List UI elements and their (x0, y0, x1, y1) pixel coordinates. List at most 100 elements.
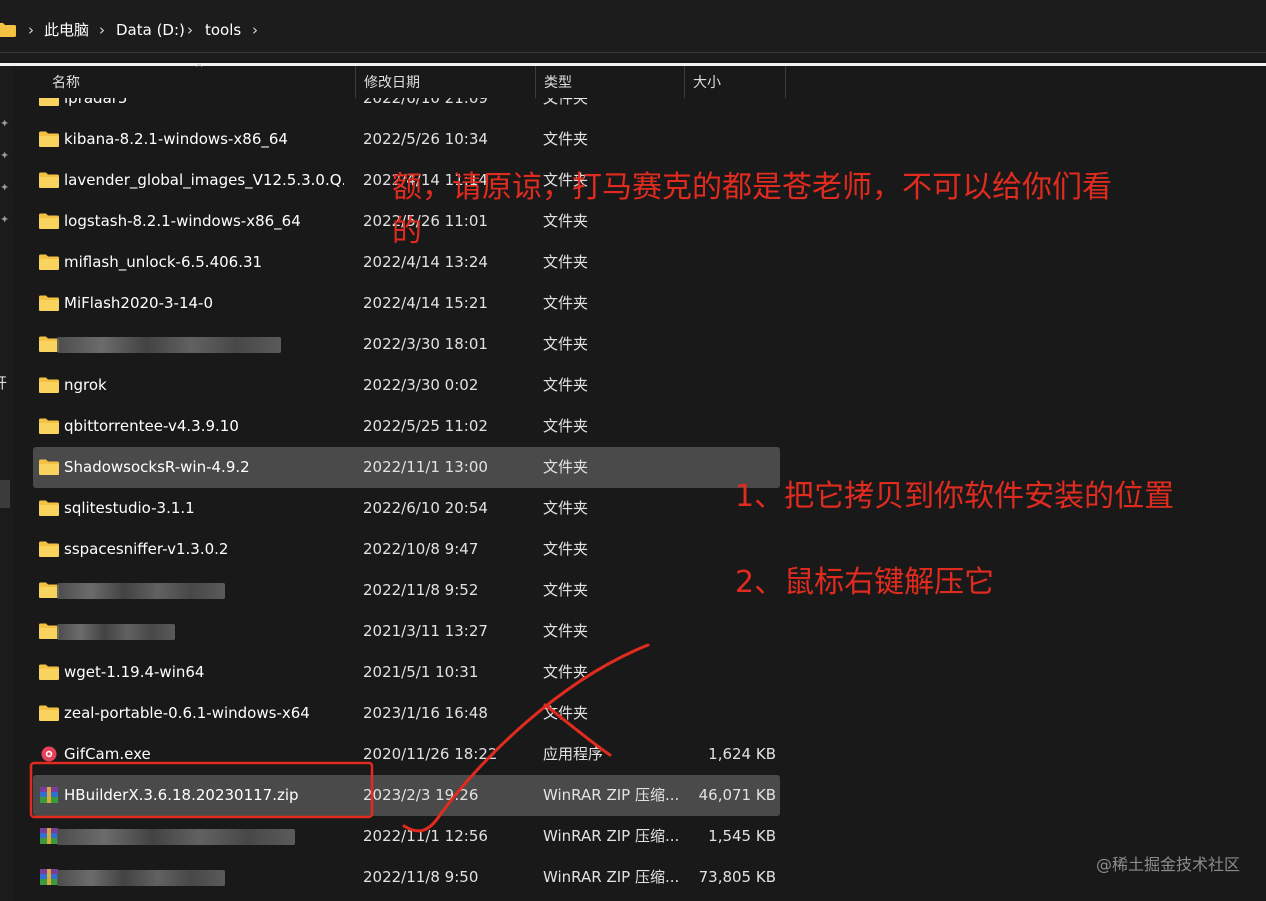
file-type: 文件夹 (543, 376, 589, 394)
file-type: 文件夹 (543, 663, 589, 681)
file-date: 2022/6/10 20:54 (363, 499, 488, 517)
file-date: 2020/11/26 18:22 (363, 745, 498, 763)
file-type: 文件夹 (543, 253, 589, 271)
file-row[interactable]: 2022/3/30 18:01 文件夹 (33, 324, 780, 365)
folder-icon (39, 582, 59, 598)
file-row[interactable]: sqlitestudio-3.1.1 2022/6/10 20:54 文件夹 (33, 488, 780, 529)
file-name: MiFlash2020-3-14-0 (64, 294, 214, 312)
file-row[interactable]: sspacesniffer-v1.3.0.2 2022/10/8 9:47 文件夹 (33, 529, 780, 570)
folder-icon (39, 459, 59, 475)
pin-icon: ✦ (0, 181, 10, 194)
censored-name (57, 337, 281, 353)
file-date: 2022/11/8 9:50 (363, 868, 479, 886)
file-name: qbittorrentee-v4.3.9.10 (64, 417, 239, 435)
file-date: 2022/4/14 13:24 (363, 253, 488, 271)
file-date: 2022/4/14 15:21 (363, 294, 488, 312)
nav-selected-item[interactable] (0, 480, 10, 508)
folder-icon (39, 705, 59, 721)
file-row[interactable]: ShadowsocksR-win-4.9.2 2022/11/1 13:00 文件夹 (33, 447, 780, 488)
file-date: 2022/11/1 13:00 (363, 458, 488, 476)
file-date: 2022/5/26 11:01 (363, 212, 488, 230)
file-type: 文件夹 (543, 704, 589, 722)
folder-icon (39, 172, 59, 188)
file-row[interactable]: 2022/11/1 12:56 WinRAR ZIP 压缩... 1,545 KB (33, 816, 780, 857)
file-row[interactable]: qbittorrentee-v4.3.9.10 2022/5/25 11:02 文件… (33, 406, 780, 447)
folder-icon (39, 295, 59, 311)
folder-icon (39, 541, 59, 557)
file-type: 文件夹 (543, 540, 589, 558)
column-type[interactable]: 类型 (536, 66, 684, 98)
file-type: 文件夹 (543, 581, 589, 599)
file-row[interactable]: kibana-8.2.1-windows-x86_64 2022/5/26 10:… (33, 119, 780, 160)
gifcam-app-icon (39, 746, 59, 762)
file-row[interactable]: MiFlash2020-3-14-0 2022/4/14 15:21 文件夹 (33, 283, 780, 324)
folder-icon (39, 131, 59, 147)
file-date: 2021/5/1 10:31 (363, 663, 479, 681)
file-name: lavender_global_images_V12.5.3.0.Q... (64, 171, 344, 189)
folder-icon (39, 664, 59, 680)
file-row[interactable]: 2022/11/8 9:50 WinRAR ZIP 压缩... 73,805 KB (33, 857, 780, 898)
file-date: 2023/1/16 16:48 (363, 704, 488, 722)
folder-icon (39, 213, 59, 229)
breadcrumb-separator[interactable]: › (187, 20, 193, 40)
file-name: sspacesniffer-v1.3.0.2 (64, 540, 229, 558)
folder-icon (39, 336, 59, 352)
file-type: WinRAR ZIP 压缩... (543, 786, 680, 804)
file-type: 文件夹 (543, 622, 589, 640)
folder-icon (39, 377, 59, 393)
file-row[interactable]: wget-1.19.4-win64 2021/5/1 10:31 文件夹 (33, 652, 780, 693)
file-size: 46,071 KB (698, 786, 776, 804)
file-date: 2022/5/25 11:02 (363, 417, 488, 435)
pin-icon: ✦ (0, 117, 10, 130)
file-size: 1,624 KB (708, 745, 776, 763)
folder-icon (39, 418, 59, 434)
sort-ascending-icon: ^ (195, 63, 204, 74)
breadcrumb-data-drive[interactable]: Data (D:) (116, 20, 185, 40)
file-row[interactable]: 2021/3/11 13:27 文件夹 (33, 611, 780, 652)
folder-icon (0, 23, 16, 37)
file-name: sqlitestudio-3.1.1 (64, 499, 195, 517)
nav-item-label[interactable]: 开 (0, 372, 7, 393)
file-date: 2022/11/1 12:56 (363, 827, 488, 845)
file-name: logstash-8.2.1-windows-x86_64 (64, 212, 301, 230)
column-divider[interactable] (785, 66, 786, 98)
pin-icon: ✦ (0, 213, 10, 226)
file-type: WinRAR ZIP 压缩... (543, 827, 680, 845)
folder-icon (39, 254, 59, 270)
file-type: 文件夹 (543, 212, 589, 230)
annotation-step-1: 1、把它拷贝到你软件安装的位置 (735, 479, 1175, 514)
file-date: 2022/5/26 10:34 (363, 130, 488, 148)
file-type: 文件夹 (543, 458, 589, 476)
winrar-archive-icon (39, 787, 59, 803)
censored-name (57, 583, 225, 599)
breadcrumb-this-pc[interactable]: 此电脑 (44, 20, 89, 40)
divider (0, 52, 1266, 53)
file-type: 文件夹 (543, 294, 589, 312)
file-name: HBuilderX.3.6.18.20230117.zip (64, 786, 299, 804)
file-date: 2023/2/3 19:26 (363, 786, 479, 804)
annotation-text: 额，请原谅，打马赛克的都是苍老师，不可以给你们看 (392, 170, 1112, 205)
file-name: GifCam.exe (64, 745, 151, 763)
file-row[interactable]: ngrok 2022/3/30 0:02 文件夹 (33, 365, 780, 406)
file-name: ShadowsocksR-win-4.9.2 (64, 458, 250, 476)
file-row[interactable]: GifCam.exe 2020/11/26 18:22 应用程序 1,624 KB (33, 734, 780, 775)
file-date: 2022/3/30 18:01 (363, 335, 488, 353)
navigation-pane[interactable]: ✦ ✦ ✦ ✦ 开 (0, 66, 14, 901)
folder-icon (39, 500, 59, 516)
annotation-step-2: 2、鼠标右键解压它 (735, 565, 995, 600)
winrar-archive-icon (39, 828, 59, 844)
file-date: 2022/11/8 9:52 (363, 581, 479, 599)
file-type: 文件夹 (543, 335, 589, 353)
breadcrumb-separator[interactable]: › (252, 20, 258, 40)
file-row[interactable]: zeal-portable-0.6.1-windows-x64 2023/1/16… (33, 693, 780, 734)
file-row[interactable]: HBuilderX.3.6.18.20230117.zip 2023/2/3 19… (33, 775, 780, 816)
column-size[interactable]: 大小 (685, 66, 785, 98)
column-modified[interactable]: 修改日期 (356, 66, 536, 98)
file-type: 文件夹 (543, 499, 589, 517)
breadcrumb-tools[interactable]: tools (205, 20, 241, 40)
file-type: 文件夹 (543, 417, 589, 435)
address-bar[interactable]: › 此电脑 › Data (D:) › tools › (0, 0, 1266, 60)
file-row[interactable]: 2022/11/8 9:52 文件夹 (33, 570, 780, 611)
breadcrumb-separator[interactable]: › (99, 20, 105, 40)
folder-icon (39, 623, 59, 639)
